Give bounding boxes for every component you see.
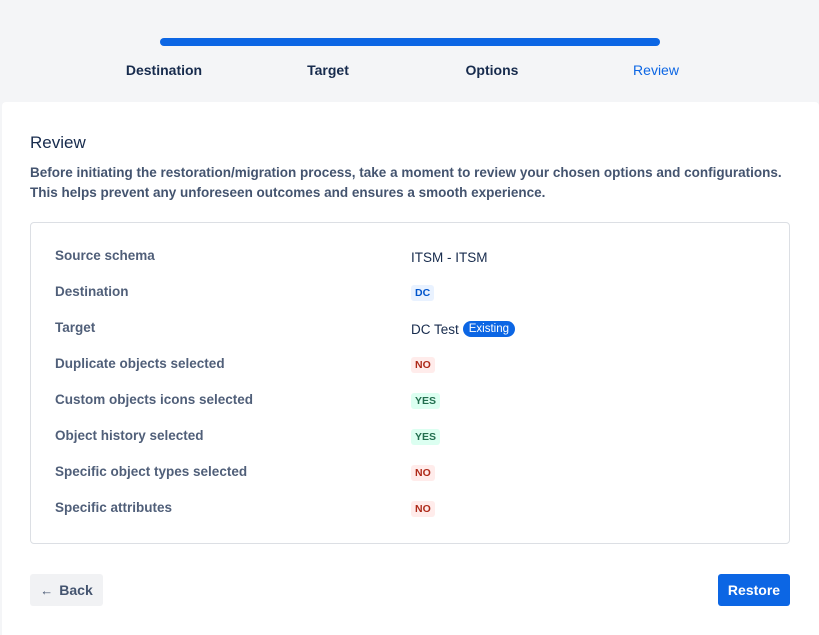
page-title: Review: [30, 133, 86, 152]
step-options[interactable]: Options: [432, 62, 552, 78]
restore-button[interactable]: Restore: [718, 574, 790, 606]
step-target[interactable]: Target: [268, 62, 388, 78]
review-panel: Review Before initiating the restoration…: [2, 102, 819, 635]
description-line: Before initiating the restoration/migrat…: [30, 165, 782, 180]
summary-label: Specific object types selected: [55, 464, 248, 479]
summary-label: Object history selected: [55, 428, 204, 443]
progress-bar: [160, 38, 660, 46]
target-name: DC Test: [411, 321, 459, 337]
progress-stepper: Destination Target Options Review: [0, 0, 819, 102]
status-lozenge: YES: [411, 429, 441, 445]
review-summary: Source schema ITSM - ITSM Destination DC…: [30, 222, 790, 544]
summary-row-object-types: Specific object types selected NO: [31, 455, 789, 491]
status-lozenge: NO: [411, 501, 435, 517]
summary-label: Target: [55, 320, 96, 335]
existing-badge: Existing: [462, 321, 516, 337]
step-review[interactable]: Review: [596, 62, 716, 78]
summary-value: ITSM - ITSM: [411, 249, 488, 265]
summary-label: Duplicate objects selected: [55, 356, 225, 371]
summary-row-object-history: Object history selected YES: [31, 419, 789, 455]
step-destination[interactable]: Destination: [104, 62, 224, 78]
page-description: Before initiating the restoration/migrat…: [30, 163, 800, 203]
progress-bar-fill: [160, 38, 660, 46]
summary-label: Source schema: [55, 248, 155, 263]
destination-lozenge: DC: [411, 285, 435, 301]
status-lozenge: NO: [411, 357, 435, 373]
description-line: This helps prevent any unforeseen outcom…: [30, 185, 546, 200]
status-lozenge: NO: [411, 465, 435, 481]
summary-row-duplicate-objects: Duplicate objects selected NO: [31, 347, 789, 383]
status-lozenge: YES: [411, 393, 441, 409]
arrow-left-icon: ←: [40, 582, 54, 598]
back-button-label: Back: [59, 582, 93, 598]
summary-row-destination: Destination DC: [31, 275, 789, 311]
summary-row-attributes: Specific attributes NO: [31, 491, 789, 527]
summary-row-custom-icons: Custom objects icons selected YES: [31, 383, 789, 419]
summary-row-target: Target DC Test Existing: [31, 311, 789, 347]
summary-label: Destination: [55, 284, 129, 299]
back-button[interactable]: ← Back: [30, 574, 103, 606]
summary-label: Custom objects icons selected: [55, 392, 254, 407]
summary-label: Specific attributes: [55, 500, 173, 515]
summary-row-source-schema: Source schema ITSM - ITSM: [31, 239, 789, 275]
